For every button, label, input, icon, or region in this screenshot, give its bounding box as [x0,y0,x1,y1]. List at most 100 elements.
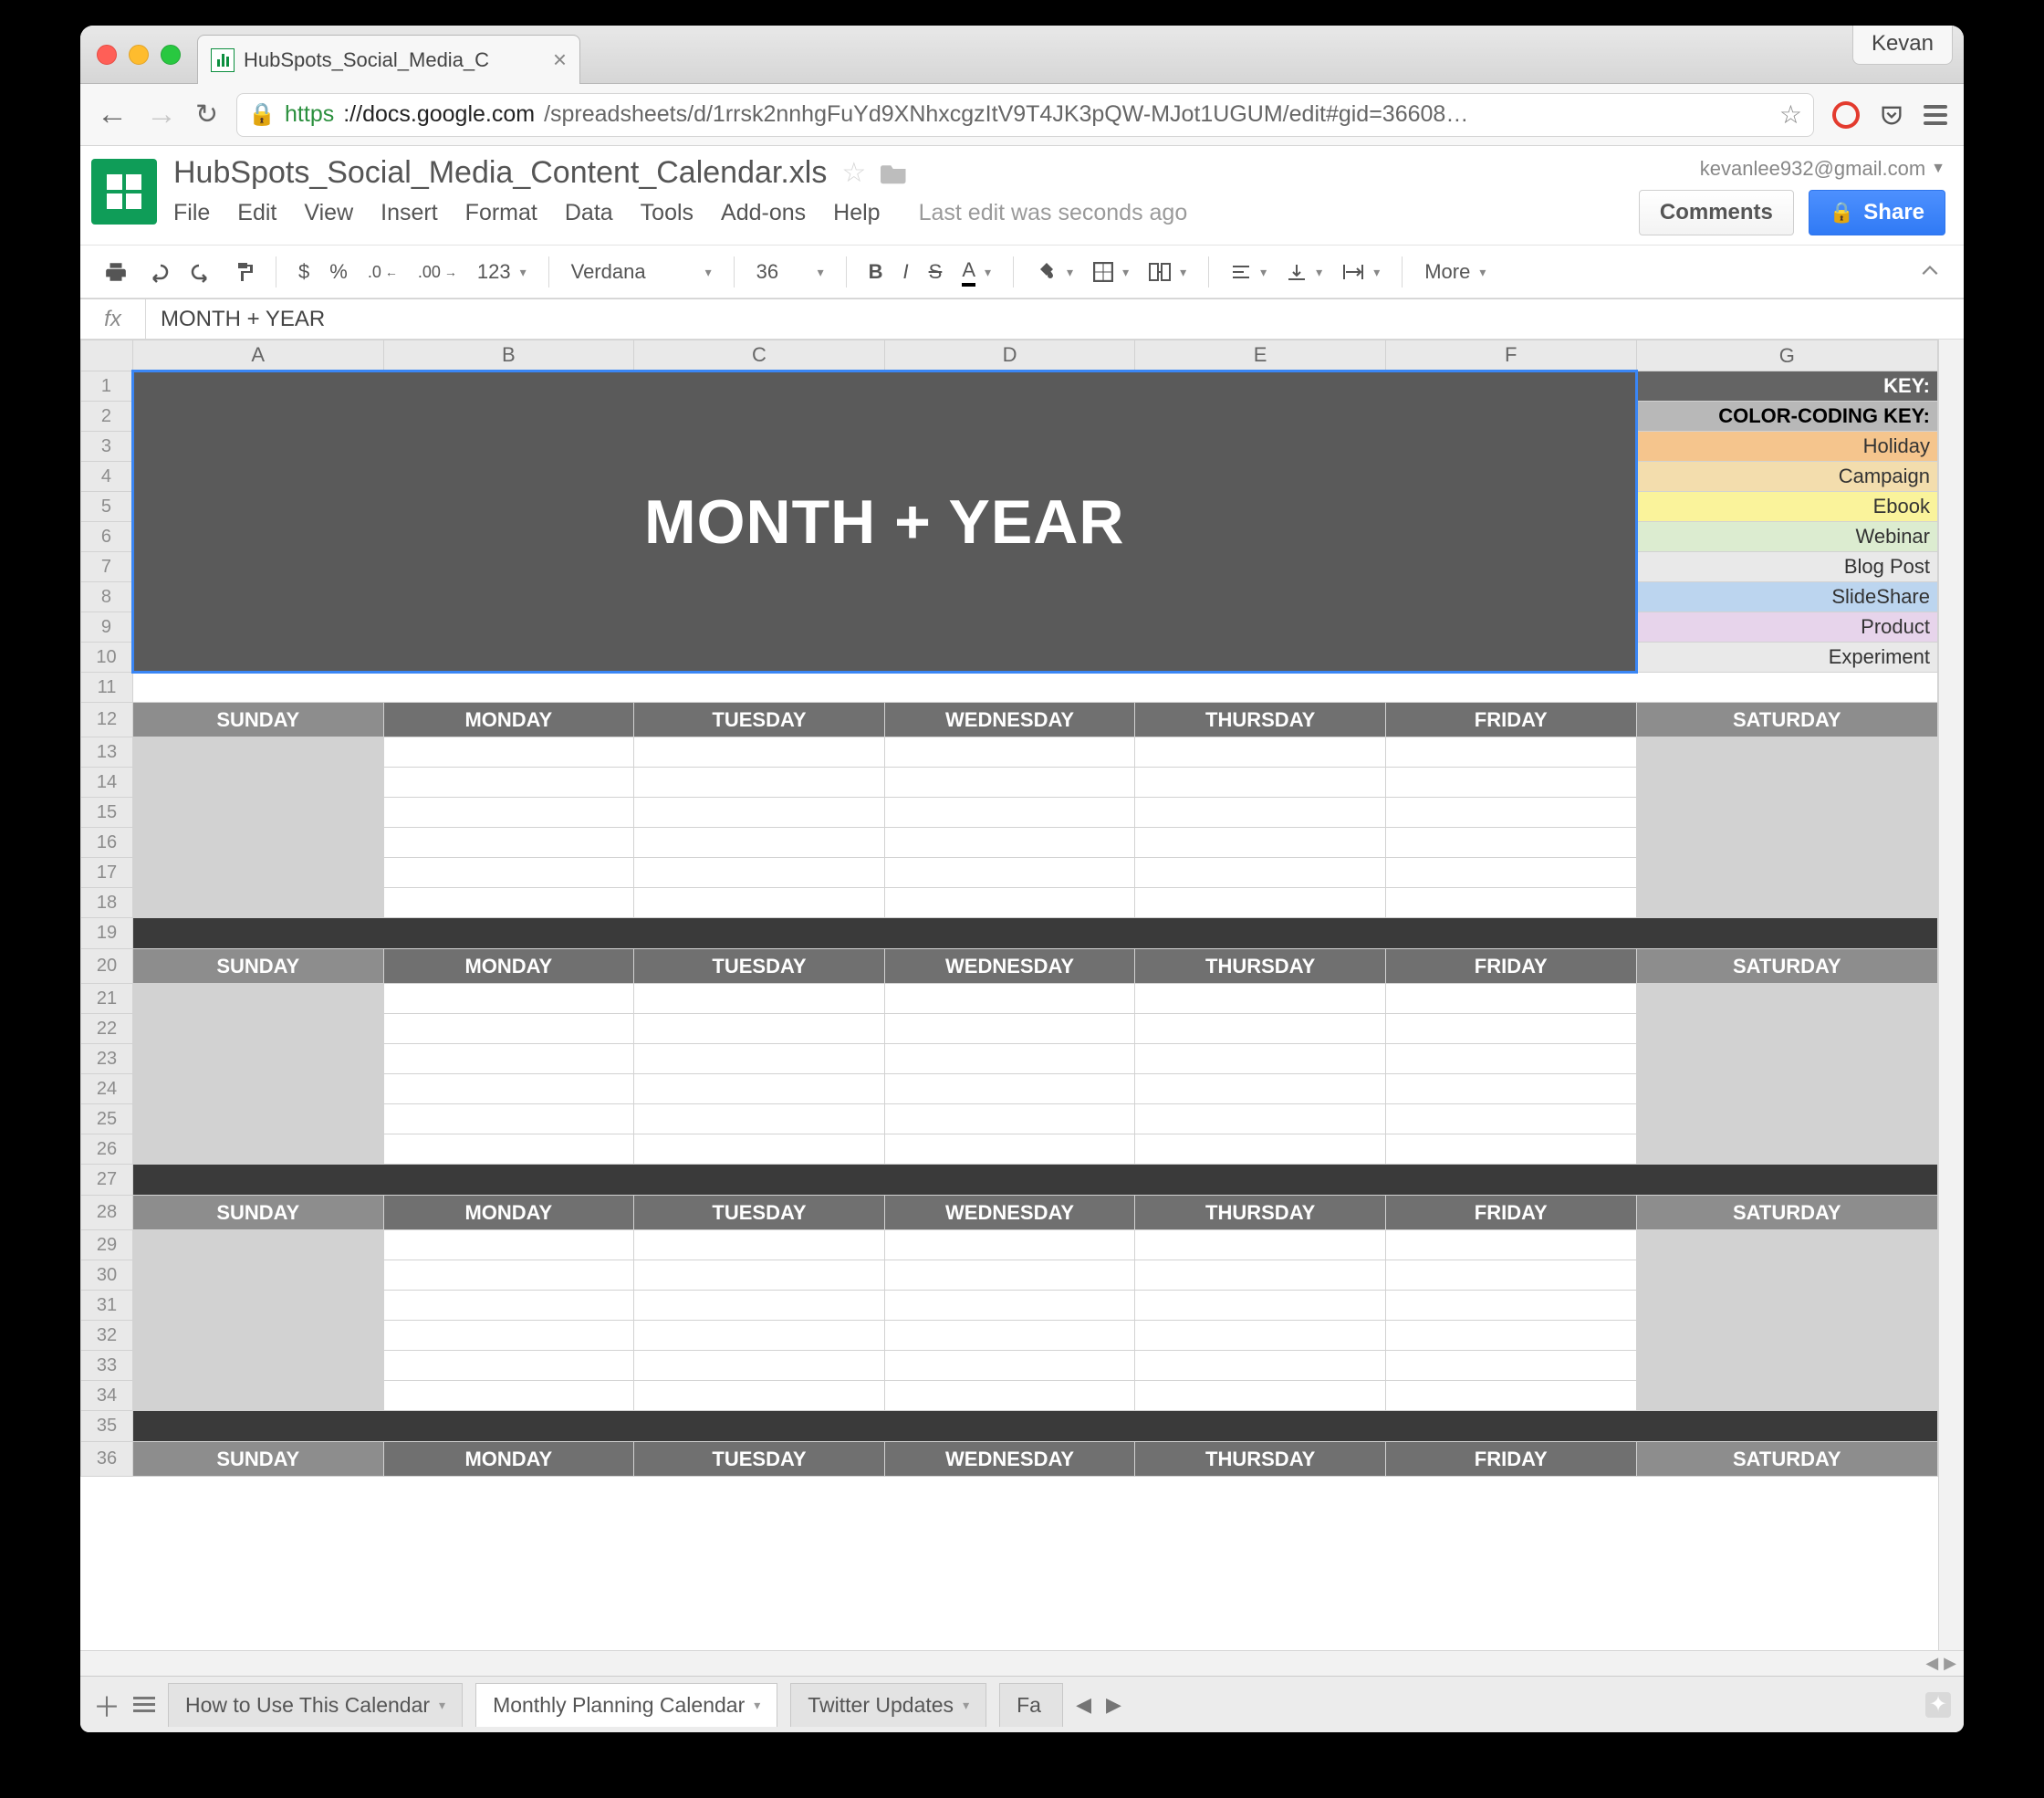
h-align-button[interactable]: ▾ [1224,257,1274,287]
window-zoom-button[interactable] [161,45,181,65]
browser-tab[interactable]: HubSpots_Social_Media_C × [197,35,580,84]
paint-format-button[interactable] [224,256,261,288]
day-wednesday[interactable]: WEDNESDAY [884,703,1135,737]
menu-addons[interactable]: Add-ons [721,200,806,226]
row-header[interactable]: 2 [81,402,133,432]
row-header[interactable]: 4 [81,462,133,492]
opera-extension-icon[interactable] [1832,101,1860,129]
row-header[interactable]: 36 [81,1442,133,1477]
italic-button[interactable]: I [896,255,916,289]
row-header[interactable]: 20 [81,949,133,984]
col-header[interactable]: D [884,340,1135,371]
key-item-holiday[interactable]: Holiday [1636,432,1937,462]
merge-cells-button[interactable]: ▾ [1142,257,1194,287]
day-monday[interactable]: MONDAY [383,703,634,737]
wrap-button[interactable]: ▾ [1335,257,1387,287]
menu-data[interactable]: Data [565,200,613,226]
row-header[interactable]: 1 [81,371,133,402]
select-all-corner[interactable] [81,340,133,371]
share-button[interactable]: 🔒Share [1809,190,1945,235]
key-subheader-cell[interactable]: COLOR-CODING KEY: [1636,402,1937,432]
comments-button[interactable]: Comments [1639,190,1794,235]
fx-icon[interactable]: fx [80,299,146,339]
row-header[interactable]: 21 [81,984,133,1014]
redo-button[interactable] [182,256,219,288]
row-header[interactable]: 25 [81,1104,133,1134]
bookmark-star-icon[interactable]: ☆ [1779,99,1802,130]
account-email[interactable]: kevanlee932@gmail.com▼ [1700,157,1945,181]
row-header[interactable]: 18 [81,888,133,918]
key-item-blogpost[interactable]: Blog Post [1636,552,1937,582]
window-close-button[interactable] [97,45,117,65]
col-header[interactable]: C [634,340,885,371]
menu-help[interactable]: Help [833,200,880,226]
key-item-ebook[interactable]: Ebook [1636,492,1937,522]
url-box[interactable]: 🔒 https://docs.google.com/spreadsheets/d… [236,93,1814,137]
row-header[interactable]: 28 [81,1196,133,1230]
row-header[interactable]: 9 [81,612,133,643]
star-doc-icon[interactable]: ☆ [841,157,866,189]
menu-edit[interactable]: Edit [237,200,276,226]
row-header[interactable]: 22 [81,1014,133,1044]
menu-file[interactable]: File [173,200,210,226]
row-header[interactable]: 17 [81,858,133,888]
col-header[interactable]: E [1135,340,1386,371]
vertical-scrollbar[interactable] [1938,340,1964,1650]
row-header[interactable]: 23 [81,1044,133,1074]
sheet-tab-active[interactable]: Monthly Planning Calendar▾ [475,1683,777,1727]
day-friday[interactable]: FRIDAY [1385,703,1636,737]
key-item-experiment[interactable]: Experiment [1636,643,1937,673]
day-saturday[interactable]: SATURDAY [1636,703,1937,737]
sheet-tab[interactable]: Twitter Updates▾ [790,1683,986,1727]
row-header[interactable]: 3 [81,432,133,462]
tabs-scroll-left-icon[interactable]: ◀ [1076,1693,1091,1717]
format-number-dropdown[interactable]: 123▾ [470,255,534,289]
explore-button[interactable]: ✦ [1925,1692,1951,1718]
day-thursday[interactable]: THURSDAY [1135,703,1386,737]
format-currency-button[interactable]: $ [291,255,317,289]
more-toolbar-button[interactable]: More▾ [1417,255,1493,289]
sheet-tab[interactable]: How to Use This Calendar▾ [168,1683,463,1727]
row-header[interactable]: 35 [81,1411,133,1442]
row-header[interactable]: 12 [81,703,133,737]
font-family-dropdown[interactable]: Verdana▾ [564,255,719,289]
decrease-decimal-button[interactable]: .0← [360,257,405,287]
row-header[interactable]: 13 [81,737,133,768]
nav-back-button[interactable]: ← [97,97,128,132]
row-header[interactable]: 30 [81,1260,133,1291]
menu-insert[interactable]: Insert [381,200,438,226]
col-header[interactable]: F [1385,340,1636,371]
menu-format[interactable]: Format [465,200,537,226]
menu-tools[interactable]: Tools [641,200,694,226]
sheets-logo-icon[interactable] [91,159,157,225]
row-header[interactable]: 31 [81,1291,133,1321]
banner-cell[interactable]: MONTH + YEAR [132,371,1636,673]
row-header[interactable]: 34 [81,1381,133,1411]
col-header[interactable]: G [1636,340,1937,371]
menu-view[interactable]: View [304,200,353,226]
last-edit-status[interactable]: Last edit was seconds ago [919,200,1188,226]
row-header[interactable]: 33 [81,1351,133,1381]
sheet-tab[interactable]: Fa [999,1683,1063,1727]
tab-close-icon[interactable]: × [553,46,567,74]
print-button[interactable] [97,255,135,289]
col-header[interactable]: A [132,340,383,371]
chrome-menu-button[interactable] [1924,105,1947,125]
fill-color-button[interactable]: ▾ [1028,256,1080,288]
window-minimize-button[interactable] [129,45,149,65]
row-header[interactable]: 14 [81,768,133,798]
borders-button[interactable]: ▾ [1086,256,1136,287]
key-item-campaign[interactable]: Campaign [1636,462,1937,492]
doc-title[interactable]: HubSpots_Social_Media_Content_Calendar.x… [173,155,827,191]
row-header[interactable]: 11 [81,673,133,703]
day-sunday[interactable]: SUNDAY [132,703,383,737]
column-headers[interactable]: A B C D E F G [81,340,1938,371]
key-item-webinar[interactable]: Webinar [1636,522,1937,552]
text-color-button[interactable]: A▾ [954,253,998,292]
undo-button[interactable] [141,256,177,288]
font-size-dropdown[interactable]: 36▾ [749,255,831,289]
format-percent-button[interactable]: % [322,255,355,289]
os-user-badge[interactable]: Kevan [1852,26,1953,65]
row-header[interactable]: 15 [81,798,133,828]
horizontal-scrollbar[interactable]: ◀ ▶ [80,1650,1964,1676]
